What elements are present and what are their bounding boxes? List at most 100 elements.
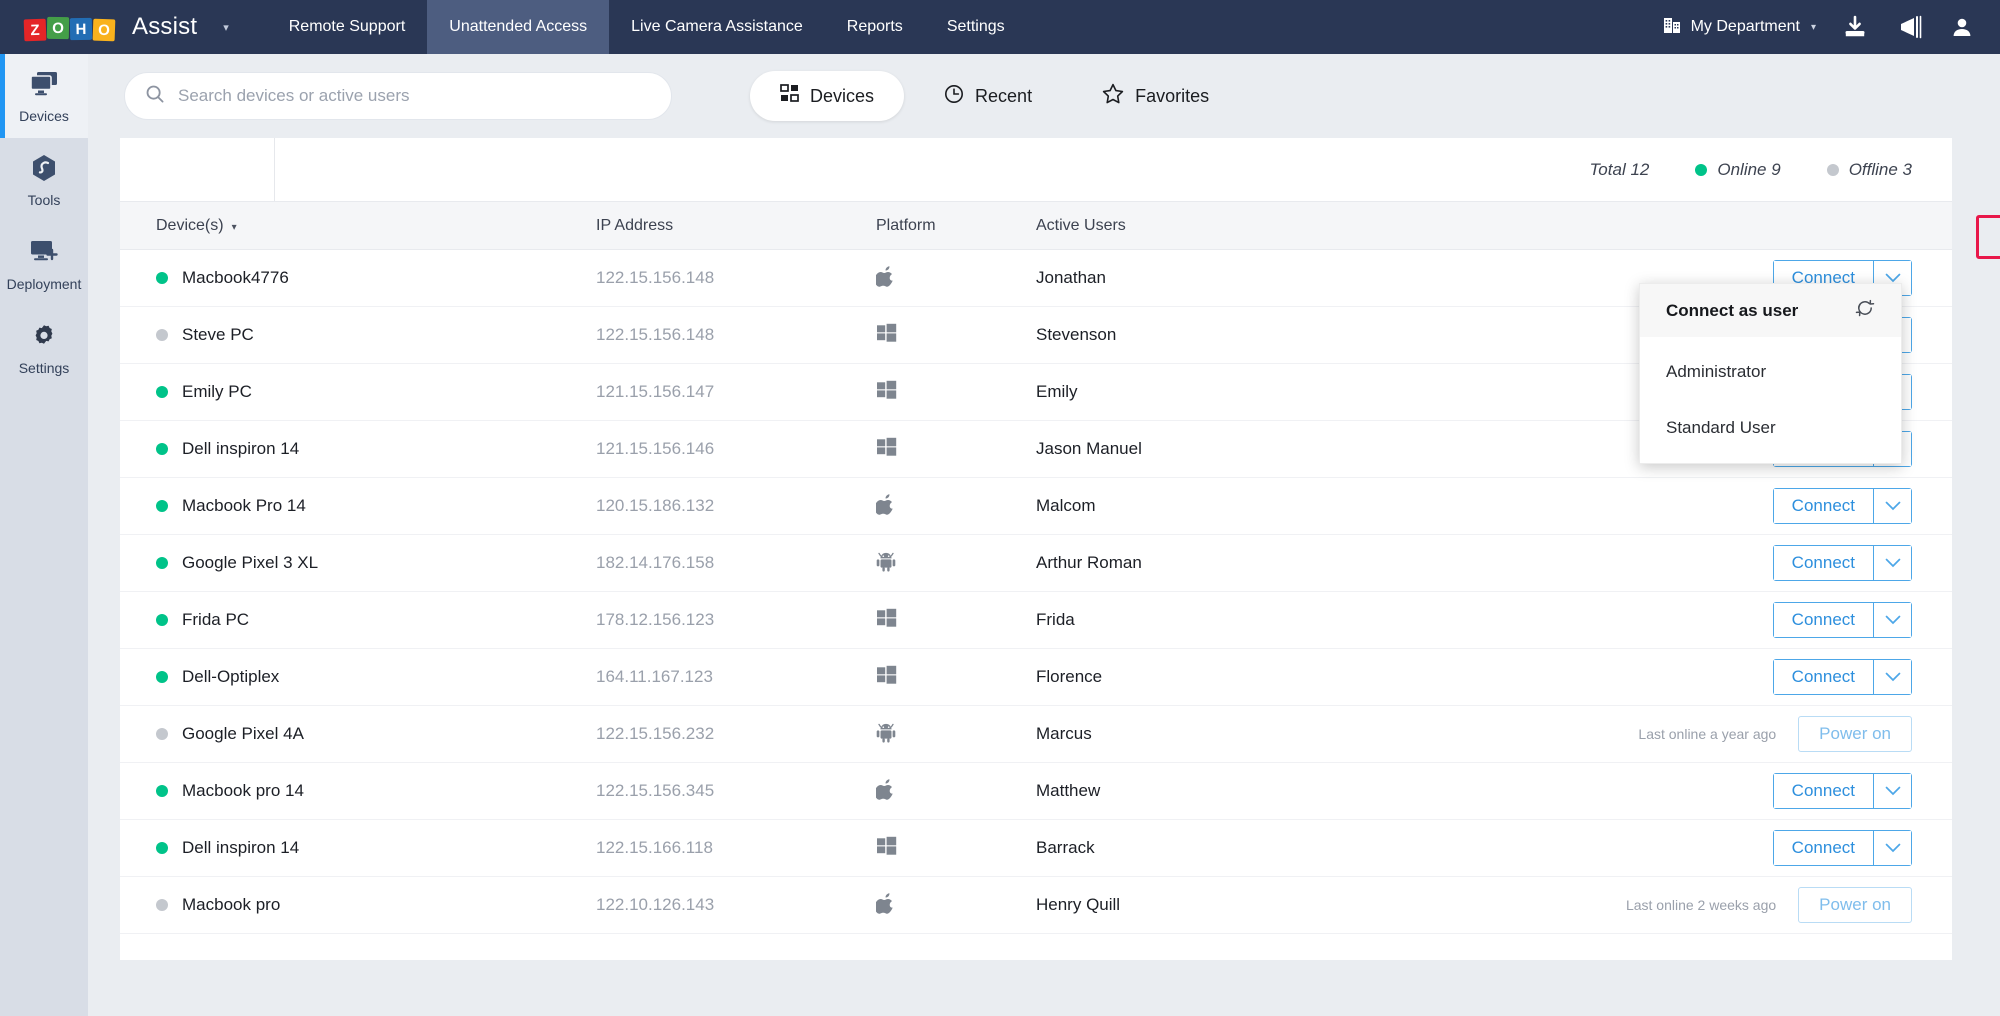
user-avatar-icon[interactable]: [1950, 15, 1974, 39]
nav-tab-live-camera-assistance[interactable]: Live Camera Assistance: [609, 0, 825, 54]
connect-button[interactable]: Connect: [1774, 489, 1873, 523]
device-name: Dell-Optiplex: [182, 667, 279, 687]
search-box[interactable]: [124, 72, 672, 120]
product-name: Assist: [132, 13, 197, 41]
windows-icon: [876, 835, 897, 856]
sidebar-item-tools[interactable]: Tools: [0, 138, 88, 222]
cell-active-user: Henry Quill: [1036, 877, 1622, 934]
connect-dropdown-toggle[interactable]: [1873, 831, 1911, 865]
connect-button[interactable]: Connect: [1774, 603, 1873, 637]
connect-dropdown-toggle[interactable]: [1873, 603, 1911, 637]
sidebar-item-label: Settings: [19, 360, 70, 376]
download-icon[interactable]: [1842, 14, 1868, 40]
cell-platform: [876, 250, 1036, 307]
device-name: Google Pixel 3 XL: [182, 553, 318, 573]
app-root: Z O H O Assist ▾ Remote Support Unattend…: [0, 0, 2000, 1016]
chevron-down-icon: ▾: [1811, 22, 1816, 33]
logo-letter-o1: O: [47, 17, 69, 39]
tab-label: Favorites: [1135, 86, 1209, 107]
cell-device: Macbook4776: [120, 250, 596, 307]
cell-active-user: Stevenson: [1036, 307, 1622, 364]
column-header-active-users: Active Users: [1036, 202, 1622, 250]
logo-letter-h: H: [70, 18, 92, 40]
column-label: Device(s): [156, 217, 224, 234]
device-status-dot: [156, 329, 168, 341]
device-name: Steve PC: [182, 325, 254, 345]
connect-button[interactable]: Connect: [1774, 660, 1873, 694]
cell-ip-address: 182.14.176.158: [596, 535, 876, 592]
connect-button-group[interactable]: Connect: [1773, 830, 1912, 866]
cell-actions: Connect: [1622, 763, 1952, 820]
connect-button[interactable]: Connect: [1774, 774, 1873, 808]
cell-device: Google Pixel 4A: [120, 706, 596, 763]
column-header-ip-address: IP Address: [596, 202, 876, 250]
tab-recent[interactable]: Recent: [914, 71, 1062, 121]
android-icon: [876, 550, 896, 572]
offline-status-dot: [1827, 164, 1839, 176]
nav-tab-unattended-access[interactable]: Unattended Access: [427, 0, 609, 54]
zoho-logo: Z O H O: [24, 14, 116, 40]
cell-actions: Connect: [1622, 820, 1952, 877]
connect-button-group[interactable]: Connect: [1773, 773, 1912, 809]
power-on-button[interactable]: Power on: [1798, 887, 1912, 923]
nav-tab-settings[interactable]: Settings: [925, 0, 1027, 54]
table-row[interactable]: Frida PC178.12.156.123FridaConnect: [120, 592, 1952, 649]
table-row[interactable]: Google Pixel 3 XL182.14.176.158Arthur Ro…: [120, 535, 1952, 592]
connect-dropdown-toggle[interactable]: [1873, 660, 1911, 694]
cell-device: Dell inspiron 14: [120, 421, 596, 478]
apple-icon: [876, 892, 896, 914]
gear-icon: [29, 321, 59, 354]
cell-platform: [876, 478, 1036, 535]
connect-button-group[interactable]: Connect: [1773, 659, 1912, 695]
connect-button[interactable]: Connect: [1774, 831, 1873, 865]
device-status-dot: [156, 557, 168, 569]
cell-ip-address: 164.11.167.123: [596, 649, 876, 706]
sidebar-item-label: Deployment: [7, 276, 82, 292]
table-row[interactable]: Macbook pro122.10.126.143Henry QuillLast…: [120, 877, 1952, 934]
main-nav-tabs: Remote Support Unattended Access Live Ca…: [267, 0, 1027, 54]
dropdown-item-standard-user[interactable]: Standard User: [1640, 407, 1901, 449]
cell-actions: Last online a year ago Power on: [1622, 706, 1952, 763]
column-header-devices[interactable]: Device(s)▾: [120, 202, 596, 250]
table-row[interactable]: Dell inspiron 14122.15.166.118BarrackCon…: [120, 820, 1952, 877]
search-input[interactable]: [178, 86, 651, 106]
connect-button-group[interactable]: Connect: [1773, 545, 1912, 581]
brand-area[interactable]: Z O H O Assist ▾: [0, 0, 229, 54]
device-status-dot: [156, 899, 168, 911]
connect-dropdown-toggle[interactable]: [1873, 489, 1911, 523]
apple-icon: [876, 493, 896, 515]
megaphone-icon[interactable]: [1894, 14, 1924, 40]
sidebar-item-settings[interactable]: Settings: [0, 306, 88, 390]
connect-button-group[interactable]: Connect: [1773, 488, 1912, 524]
cell-actions: Last online 2 weeks agoPower on: [1622, 877, 1952, 934]
connect-dropdown-toggle[interactable]: [1873, 774, 1911, 808]
nav-tab-reports[interactable]: Reports: [825, 0, 925, 54]
device-name: Dell inspiron 14: [182, 439, 299, 459]
dropdown-item-administrator[interactable]: Administrator: [1640, 351, 1901, 393]
tab-devices[interactable]: Devices: [750, 71, 904, 121]
last-online-text: Last online a year ago: [1638, 726, 1776, 742]
connect-dropdown-toggle[interactable]: [1873, 546, 1911, 580]
chevron-down-icon[interactable]: ▾: [223, 21, 229, 34]
table-row[interactable]: Macbook pro 14122.15.156.345MatthewConne…: [120, 763, 1952, 820]
table-row[interactable]: Google Pixel 4A122.15.156.232MarcusLast …: [120, 706, 1952, 763]
sidebar-item-devices[interactable]: Devices: [0, 54, 88, 138]
cell-ip-address: 178.12.156.123: [596, 592, 876, 649]
connect-button-group[interactable]: Connect: [1773, 602, 1912, 638]
table-row[interactable]: Dell-Optiplex164.11.167.123FlorenceConne…: [120, 649, 1952, 706]
table-row[interactable]: Macbook Pro 14120.15.186.132MalcomConnec…: [120, 478, 1952, 535]
cell-ip-address: 121.15.156.146: [596, 421, 876, 478]
device-status-dot: [156, 842, 168, 854]
department-selector[interactable]: My Department ▾: [1662, 15, 1816, 40]
cell-platform: [876, 592, 1036, 649]
tab-favorites[interactable]: Favorites: [1072, 71, 1239, 121]
power-on-button[interactable]: Power on: [1798, 716, 1912, 752]
cell-platform: [876, 763, 1036, 820]
clock-icon: [944, 84, 964, 109]
connect-button[interactable]: Connect: [1774, 546, 1873, 580]
nav-tab-remote-support[interactable]: Remote Support: [267, 0, 428, 54]
sidebar-item-deployment[interactable]: Deployment: [0, 222, 88, 306]
cell-active-user: Jason Manuel: [1036, 421, 1622, 478]
refresh-icon[interactable]: [1855, 298, 1875, 323]
dropdown-header[interactable]: Connect as user: [1640, 284, 1901, 337]
